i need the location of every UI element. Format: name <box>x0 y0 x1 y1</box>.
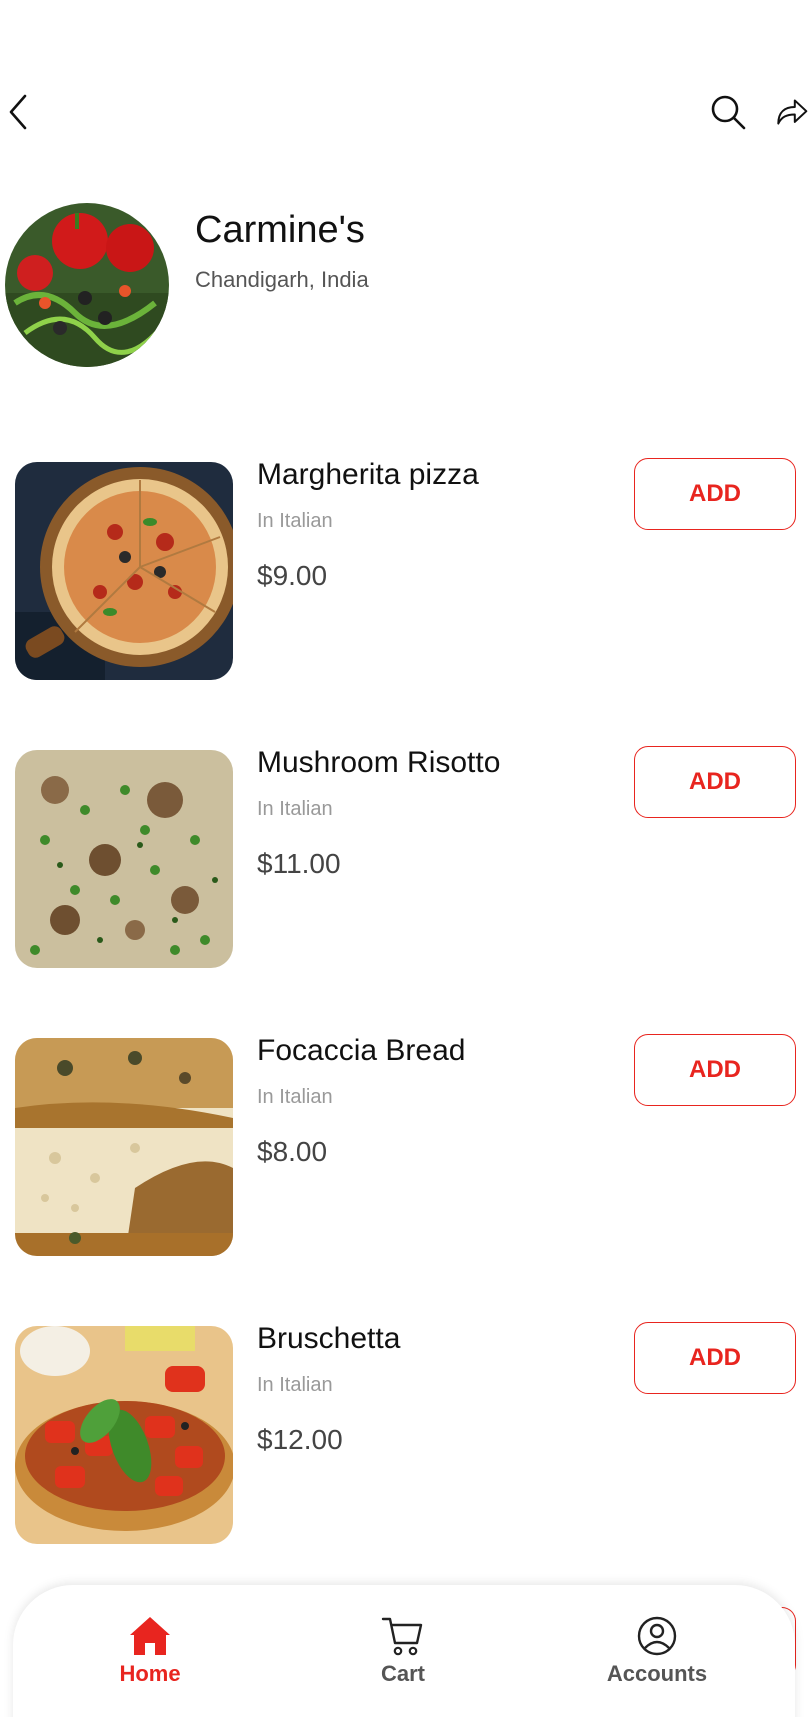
menu-item: Bruschetta In Italian $12.00 ADD <box>0 1322 808 1544</box>
search-button[interactable] <box>708 92 748 132</box>
nav-cart[interactable]: Cart <box>323 1615 483 1687</box>
item-category: In Italian <box>257 1374 333 1396</box>
restaurant-header: Carmine's Chandigarh, India <box>5 203 785 368</box>
item-image-margherita <box>15 462 233 680</box>
top-bar <box>0 92 808 132</box>
item-category: In Italian <box>257 510 333 532</box>
restaurant-location: Chandigarh, India <box>195 267 369 292</box>
home-icon <box>130 1617 170 1655</box>
share-icon <box>777 99 808 125</box>
chevron-left-icon <box>9 94 27 130</box>
item-image-risotto <box>15 750 233 968</box>
restaurant-avatar <box>5 203 169 367</box>
item-image-bruschetta <box>15 1326 233 1544</box>
nav-home-label: Home <box>119 1661 181 1686</box>
bottom-nav: Home Cart Accounts <box>13 1585 795 1717</box>
item-category: In Italian <box>257 1086 333 1108</box>
item-category: In Italian <box>257 798 333 820</box>
item-name: Mushroom Risotto <box>257 746 501 779</box>
nav-accounts-label: Accounts <box>606 1661 708 1686</box>
add-button[interactable]: ADD <box>634 458 796 530</box>
nav-cart-label: Cart <box>380 1661 425 1686</box>
menu-item: Focaccia Bread In Italian $8.00 ADD <box>0 1034 808 1256</box>
user-circle-icon <box>637 1616 677 1656</box>
item-price: $12.00 <box>257 1424 343 1455</box>
add-button[interactable]: ADD <box>634 746 796 818</box>
nav-accounts[interactable]: Accounts <box>577 1615 737 1687</box>
add-button[interactable]: ADD <box>634 1034 796 1106</box>
item-name: Focaccia Bread <box>257 1034 466 1067</box>
back-button[interactable] <box>0 92 40 132</box>
item-name: Margherita pizza <box>257 458 479 491</box>
item-name: Bruschetta <box>257 1322 401 1355</box>
restaurant-name: Carmine's <box>195 209 365 251</box>
nav-home[interactable]: Home <box>70 1615 230 1687</box>
item-image-focaccia <box>15 1038 233 1256</box>
menu-item: Mushroom Risotto In Italian $11.00 ADD <box>0 746 808 968</box>
item-price: $8.00 <box>257 1136 328 1167</box>
search-icon <box>711 95 746 130</box>
item-price: $11.00 <box>257 848 341 879</box>
menu-item: Margherita pizza In Italian $9.00 ADD <box>0 458 808 680</box>
add-button[interactable]: ADD <box>634 1322 796 1394</box>
item-price: $9.00 <box>257 560 328 591</box>
share-button[interactable] <box>775 92 808 132</box>
cart-icon <box>381 1617 423 1656</box>
